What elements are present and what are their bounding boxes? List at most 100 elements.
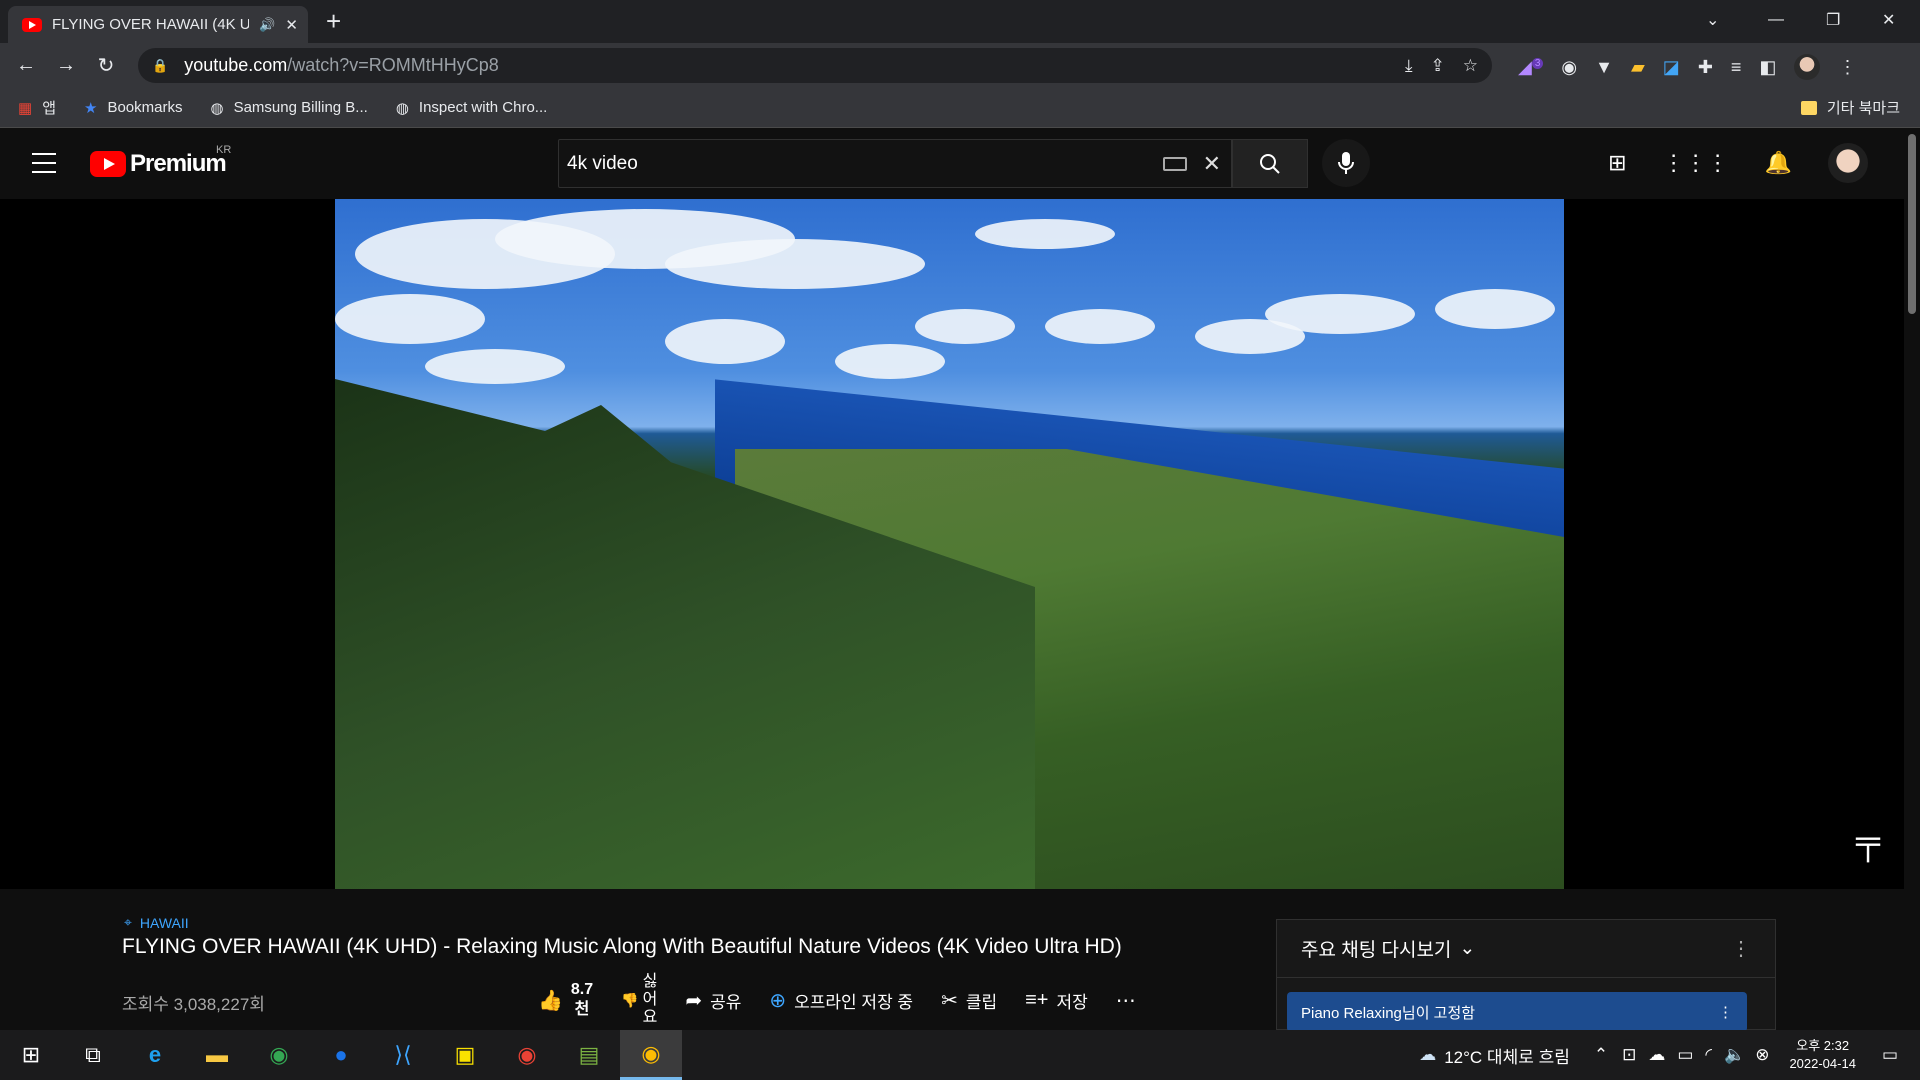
notifications-bell-icon[interactable]: 🔔 [1765, 150, 1792, 176]
bookmark-label: Samsung Billing B... [233, 99, 368, 116]
keyboard-icon[interactable] [1162, 156, 1187, 171]
page-scrollbar[interactable] [1904, 128, 1920, 1030]
search-box[interactable]: 4k video ✕ [558, 139, 1232, 188]
create-video-icon[interactable]: ⊞ [1608, 150, 1626, 176]
download-button[interactable]: ⊕ 오프라인 저장 중 [769, 988, 913, 1013]
internet-explorer-icon[interactable]: e [124, 1030, 186, 1080]
notification-center-icon[interactable]: ▭ [1882, 1045, 1898, 1065]
pinned-menu-icon[interactable]: ⋮ [1718, 1003, 1733, 1021]
new-tab-button[interactable]: + [326, 8, 341, 34]
playlist-add-icon: ≡+ [1025, 988, 1049, 1011]
search-input[interactable]: 4k video [567, 153, 638, 175]
wifi-icon[interactable]: ◜ [1705, 1045, 1712, 1065]
extension-yellow-icon[interactable]: ▰ [1631, 57, 1645, 78]
weather-text[interactable]: 12°C 대체로 흐림 [1444, 1043, 1570, 1068]
dislike-button[interactable]: 👎 싫어요 [621, 973, 657, 1027]
task-view-icon[interactable]: ⧉ [62, 1030, 124, 1080]
minimize-button[interactable]: — [1768, 0, 1784, 40]
save-label: 저장 [1056, 992, 1088, 1012]
image-editor-icon[interactable]: ▤ [558, 1030, 620, 1080]
microphone-icon [1338, 152, 1354, 174]
battery-icon[interactable]: ▭ [1677, 1045, 1693, 1065]
forward-button[interactable]: → [46, 54, 86, 77]
active-tab[interactable]: FLYING OVER HAWAII (4K U 🔊 ✕ [8, 6, 308, 43]
back-button[interactable]: ← [6, 54, 46, 77]
extension-badge-icon[interactable]: ◢ 3 [1518, 57, 1544, 78]
save-button[interactable]: ≡+ 저장 [1025, 988, 1088, 1013]
media-control-icon[interactable]: ≡ [1731, 57, 1742, 78]
clock-date: 2022-04-14 [1789, 1056, 1856, 1071]
chat-header[interactable]: 주요 채팅 다시보기 ⌄ ⋮ [1277, 920, 1775, 978]
tab-search-icon[interactable]: ⌄ [1706, 0, 1719, 40]
onedrive-cloud-icon[interactable]: ☁ [1648, 1045, 1665, 1065]
share-page-icon[interactable]: ⇪ [1431, 56, 1445, 76]
close-window-button[interactable]: ✕ [1882, 0, 1895, 40]
reload-button[interactable]: ↻ [86, 53, 126, 78]
youtube-play-logo-icon [90, 151, 126, 177]
chrome-icon[interactable]: ◉ [248, 1030, 310, 1080]
voice-search-button[interactable] [1322, 139, 1370, 187]
pinned-label: Piano Relaxing님이 고정함 [1301, 1004, 1476, 1022]
chrome-profile-icon[interactable]: ◉ [496, 1030, 558, 1080]
file-explorer-icon[interactable]: ▬ [186, 1030, 248, 1080]
vscode-icon[interactable]: ⟩⟨ [372, 1030, 434, 1080]
other-bookmarks-label: 기타 북마크 [1826, 100, 1900, 117]
thumbs-down-icon: 👎 [621, 991, 639, 1008]
video-frame[interactable] [335, 199, 1564, 889]
clip-button[interactable]: ✂ 클립 [941, 988, 997, 1013]
chrome-menu-icon[interactable]: ⋮ [1838, 57, 1856, 78]
like-button[interactable]: 👍 8.7 천 [538, 980, 593, 1020]
volume-icon[interactable]: 🔈 [1724, 1045, 1745, 1065]
logo-text: Premium [130, 150, 227, 177]
extension-shield-icon[interactable]: ◉ [1561, 57, 1577, 78]
video-player[interactable]: ╤ [0, 199, 1904, 889]
hamburger-menu-icon[interactable] [32, 153, 56, 173]
apps-grid-icon[interactable]: ⋮⋮⋮ [1663, 150, 1729, 176]
bookmark-star-icon[interactable]: ☆ [1463, 56, 1478, 76]
chrome-active-icon[interactable]: ◉ [620, 1030, 682, 1080]
tab-title: FLYING OVER HAWAII (4K U [52, 16, 250, 33]
other-bookmarks[interactable]: 기타 북마크 [1800, 97, 1900, 118]
install-app-icon[interactable]: ⤓ [1405, 56, 1413, 76]
video-actions: 👍 8.7 천 👎 싫어요 ➦ 공유 ⊕ 오프라인 저장 중 ✂ 클립 ≡+ 저장 ⋯ [538, 973, 1164, 1027]
url-path: /watch?v=ROMMtHHyCp8 [287, 55, 499, 75]
weather-cloud-icon[interactable]: ☁ [1419, 1045, 1436, 1065]
thumbs-up-icon: 👍 [538, 989, 563, 1012]
search-button[interactable] [1232, 139, 1308, 188]
share-button[interactable]: ➦ 공유 [685, 988, 741, 1013]
pinned-message[interactable]: Piano Relaxing님이 고정함 ⋮ [1287, 992, 1747, 1030]
extension-blue-icon[interactable]: ◪ [1663, 57, 1680, 78]
url-domain: youtube.com [184, 55, 288, 75]
location-tag[interactable]: ⌖ HAWAII [124, 914, 189, 931]
chat-menu-icon[interactable]: ⋮ [1731, 936, 1751, 961]
address-bar[interactable]: 🔒 youtube.com/watch?v=ROMMtHHyCp8 ⤓ ⇪ ☆ [138, 48, 1492, 83]
bookmark-bookmarks[interactable]: ★ Bookmarks [84, 99, 182, 117]
bookmark-inspect[interactable]: ◍ Inspect with Chro... [396, 99, 547, 117]
restore-button[interactable]: ❐ [1826, 0, 1840, 40]
tray-chevron-up-icon[interactable]: ⌃ [1594, 1045, 1608, 1065]
tab-close-icon[interactable]: ✕ [285, 16, 298, 34]
lock-icon[interactable]: 🔒 [152, 58, 168, 74]
account-avatar[interactable] [1828, 143, 1868, 183]
bookmark-samsung-billing[interactable]: ◍ Samsung Billing B... [210, 99, 367, 117]
extensions-puzzle-icon[interactable]: ✚ [1698, 57, 1713, 78]
profile-avatar[interactable] [1794, 54, 1821, 80]
extension-v-icon[interactable]: ▼ [1595, 57, 1613, 78]
side-panel-icon[interactable]: ◧ [1759, 57, 1776, 78]
search-icon [1260, 153, 1280, 174]
tray-close-icon[interactable]: ⊗ [1755, 1045, 1769, 1065]
bookmarks-bar: ▦ 앱 ★ Bookmarks ◍ Samsung Billing B... ◍ Ins… [0, 88, 1920, 128]
start-button[interactable]: ⊞ [0, 1030, 62, 1080]
tray-device-icon[interactable]: ⊡ [1622, 1045, 1636, 1065]
chat-title: 주요 채팅 다시보기 [1301, 940, 1452, 961]
clear-search-icon[interactable]: ✕ [1203, 151, 1221, 177]
kakaotalk-icon[interactable]: ▣ [434, 1030, 496, 1080]
youtube-logo[interactable]: Premium KR [90, 144, 231, 178]
download-progress-icon: ⊕ [769, 989, 787, 1012]
clock[interactable]: 오후 2:32 2022-04-14 [1789, 1037, 1856, 1073]
audio-playing-icon[interactable]: 🔊 [259, 17, 275, 33]
more-actions-icon[interactable]: ⋯ [1116, 988, 1136, 1013]
channel-watermark-icon[interactable]: ╤ [1856, 822, 1880, 861]
maps-pin-icon[interactable]: ● [310, 1030, 372, 1080]
bookmark-apps[interactable]: ▦ 앱 [18, 97, 56, 118]
